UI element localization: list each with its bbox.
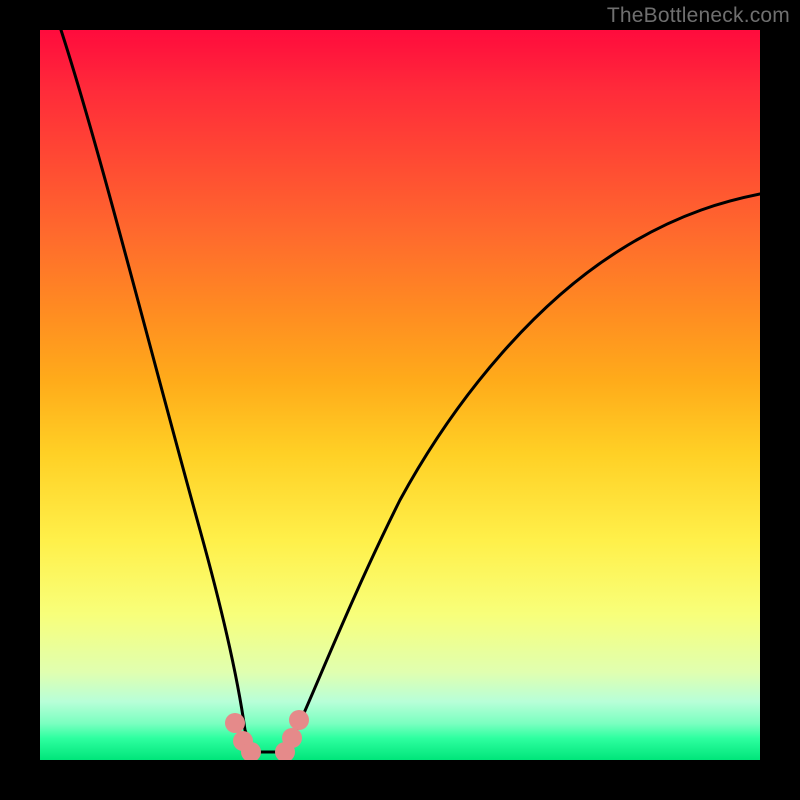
left-curve — [61, 30, 253, 752]
plot-area — [40, 30, 760, 760]
curve-svg — [40, 30, 760, 760]
marker-dot — [282, 728, 302, 748]
marker-dot — [289, 710, 309, 730]
chart-frame: TheBottleneck.com — [0, 0, 800, 800]
right-curve — [285, 194, 760, 752]
watermark-text: TheBottleneck.com — [607, 4, 790, 28]
marker-dot — [225, 713, 245, 733]
